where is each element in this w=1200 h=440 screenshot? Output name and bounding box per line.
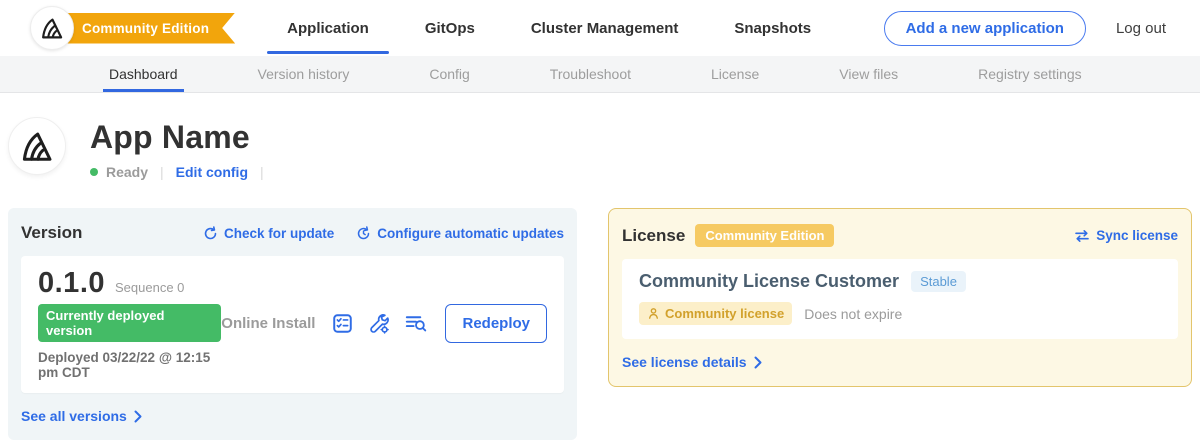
license-card-title: License (622, 226, 685, 246)
customer-name: Community License Customer (639, 271, 899, 292)
subtab-version-history[interactable]: Version history (252, 56, 356, 92)
brand-badge[interactable]: Community Edition (30, 6, 235, 50)
edit-config-link[interactable]: Edit config (176, 164, 248, 180)
top-tabs: Application GitOps Cluster Management Sn… (281, 0, 817, 56)
log-out-button[interactable]: Log out (1116, 20, 1166, 37)
sequence-label: Sequence 0 (115, 280, 184, 295)
version-number: 0.1.0 (38, 267, 105, 300)
expiry-label: Does not expire (804, 306, 902, 322)
tab-gitops[interactable]: GitOps (419, 0, 481, 56)
see-all-versions-link[interactable]: See all versions (21, 408, 564, 424)
configure-automatic-updates-link[interactable]: Configure automatic updates (356, 226, 564, 241)
version-card: Version Check for update (8, 208, 577, 440)
redeploy-button[interactable]: Redeploy (445, 304, 547, 343)
app-status-row: Ready | Edit config | (90, 164, 276, 180)
app-avatar (8, 117, 66, 175)
sync-arrows-icon (1074, 229, 1090, 243)
clock-refresh-icon (356, 226, 371, 241)
tab-application[interactable]: Application (281, 0, 375, 56)
currently-deployed-badge: Currently deployed version (38, 304, 221, 342)
replicated-logo-icon (20, 129, 54, 163)
current-version-panel: 0.1.0 Sequence 0 Currently deployed vers… (21, 256, 564, 393)
dashboard-cards: Version Check for update (8, 208, 1192, 440)
wrench-gear-config-icon[interactable] (368, 313, 390, 335)
subtab-troubleshoot[interactable]: Troubleshoot (544, 56, 637, 92)
community-edition-ribbon: Community Edition (52, 13, 235, 44)
chevron-right-icon (754, 356, 762, 369)
license-details-panel: Community License Customer Stable Commun… (622, 259, 1178, 339)
check-for-update-link[interactable]: Check for update (203, 226, 334, 241)
chevron-right-icon (134, 410, 142, 423)
app-name-title: App Name (90, 119, 276, 156)
version-card-title: Version (21, 223, 82, 243)
channel-badge: Stable (911, 271, 966, 292)
subtab-view-files[interactable]: View files (833, 56, 904, 92)
preflight-checklist-icon[interactable] (332, 313, 353, 334)
replicated-logo-icon (40, 16, 64, 40)
add-new-application-button[interactable]: Add a new application (884, 11, 1086, 46)
subtab-license[interactable]: License (705, 56, 765, 92)
app-header: App Name Ready | Edit config | (8, 117, 1200, 180)
user-icon (647, 307, 660, 320)
subtab-registry-settings[interactable]: Registry settings (972, 56, 1087, 92)
install-type-label: Online Install (221, 315, 315, 332)
deployed-timestamp: Deployed 03/22/22 @ 12:15 pm CDT (38, 350, 221, 380)
top-nav: Community Edition Application GitOps Clu… (0, 0, 1200, 56)
tab-cluster-management[interactable]: Cluster Management (525, 0, 685, 56)
log-search-icon[interactable] (405, 314, 427, 333)
divider: | (260, 164, 264, 180)
sync-license-link[interactable]: Sync license (1074, 228, 1178, 243)
see-license-details-link[interactable]: See license details (622, 354, 1178, 370)
app-sub-nav: Dashboard Version history Config Trouble… (0, 56, 1200, 93)
status-dot (90, 168, 98, 176)
status-label: Ready (106, 164, 148, 180)
tab-snapshots[interactable]: Snapshots (728, 0, 817, 56)
subtab-config[interactable]: Config (423, 56, 475, 92)
logo-circle (30, 6, 74, 50)
refresh-icon (203, 226, 218, 241)
license-card: License Community Edition (608, 208, 1192, 387)
subtab-dashboard[interactable]: Dashboard (103, 56, 184, 92)
community-edition-badge: Community Edition (695, 224, 834, 247)
divider: | (160, 164, 164, 180)
license-type-badge: Community license (639, 302, 792, 325)
